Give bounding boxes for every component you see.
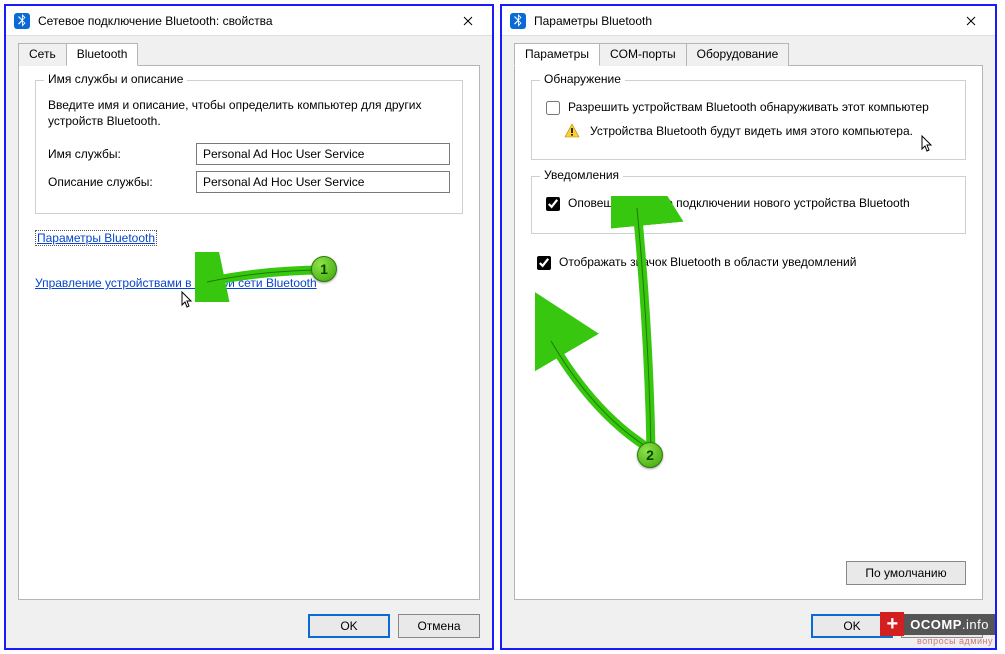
service-name-label: Имя службы: xyxy=(48,147,196,161)
tab-strip: Параметры COM-порты Оборудование xyxy=(514,42,983,65)
bluetooth-settings-dialog: Параметры Bluetooth Параметры COM-порты … xyxy=(500,4,997,650)
tab-network[interactable]: Сеть xyxy=(18,43,67,66)
plus-icon: + xyxy=(880,612,904,636)
ok-button[interactable]: OK xyxy=(308,614,390,638)
watermark: + OCOMP.info вопросы админу xyxy=(880,612,995,636)
cursor-icon xyxy=(921,135,935,155)
window-title: Параметры Bluetooth xyxy=(534,14,951,28)
tab-bluetooth[interactable]: Bluetooth xyxy=(66,43,139,66)
watermark-brand: OCOMP.info вопросы админу xyxy=(904,614,995,635)
warning-icon xyxy=(564,123,580,139)
annotation-badge-1: 1 xyxy=(311,256,337,282)
checkbox-notify-new-device[interactable] xyxy=(546,197,560,211)
checkbox-show-tray-icon[interactable] xyxy=(537,256,551,270)
annotation-badge-2: 2 xyxy=(637,442,663,468)
tab-panel: Обнаружение Разрешить устройствам Blueto… xyxy=(514,65,983,600)
discovery-group: Обнаружение Разрешить устройствам Blueto… xyxy=(531,80,966,160)
tab-com-ports[interactable]: COM-порты xyxy=(599,43,687,66)
client-area: Параметры COM-порты Оборудование Обнаруж… xyxy=(502,36,995,648)
bluetooth-icon xyxy=(14,13,30,29)
link-manage-devices[interactable]: Управление устройствами в личной сети Bl… xyxy=(35,276,317,290)
titlebar[interactable]: Сетевое подключение Bluetooth: свойства xyxy=(6,6,492,36)
tab-panel: Имя службы и описание Введите имя и опис… xyxy=(18,65,480,600)
watermark-subtitle: вопросы админу xyxy=(917,636,993,646)
group-legend: Обнаружение xyxy=(540,72,625,86)
tab-hardware[interactable]: Оборудование xyxy=(686,43,790,66)
checkbox-notify-label: Оповещать меня о подключении нового устр… xyxy=(568,195,953,211)
group-legend: Имя службы и описание xyxy=(44,72,187,86)
cursor-icon xyxy=(181,291,195,311)
bluetooth-properties-dialog: Сетевое подключение Bluetooth: свойства … xyxy=(4,4,494,650)
warning-text: Устройства Bluetooth будут видеть имя эт… xyxy=(590,123,913,139)
service-name-group: Имя службы и описание Введите имя и опис… xyxy=(35,80,463,214)
tab-strip: Сеть Bluetooth xyxy=(18,42,480,65)
bluetooth-icon xyxy=(510,13,526,29)
tab-params[interactable]: Параметры xyxy=(514,43,600,66)
close-button[interactable] xyxy=(951,8,991,34)
cancel-button[interactable]: Отмена xyxy=(398,614,480,638)
notifications-group: Уведомления Оповещать меня о подключении… xyxy=(531,176,966,234)
checkbox-allow-discovery-label: Разрешить устройствам Bluetooth обнаружи… xyxy=(568,99,953,115)
service-name-input[interactable] xyxy=(196,143,450,165)
group-legend: Уведомления xyxy=(540,168,623,182)
client-area: Сеть Bluetooth Имя службы и описание Вве… xyxy=(6,36,492,648)
checkbox-allow-discovery[interactable] xyxy=(546,101,560,115)
service-desc-label: Описание службы: xyxy=(48,175,196,189)
checkbox-tray-label: Отображать значок Bluetooth в области ув… xyxy=(559,254,966,270)
button-bar: OK Отмена xyxy=(18,606,480,638)
window-title: Сетевое подключение Bluetooth: свойства xyxy=(38,14,448,28)
instruction-text: Введите имя и описание, чтобы определить… xyxy=(48,97,450,129)
close-icon xyxy=(966,16,976,26)
link-bluetooth-params[interactable]: Параметры Bluetooth xyxy=(35,230,157,246)
close-icon xyxy=(463,16,473,26)
close-button[interactable] xyxy=(448,8,488,34)
defaults-button[interactable]: По умолчанию xyxy=(846,561,966,585)
service-desc-input[interactable] xyxy=(196,171,450,193)
titlebar[interactable]: Параметры Bluetooth xyxy=(502,6,995,36)
